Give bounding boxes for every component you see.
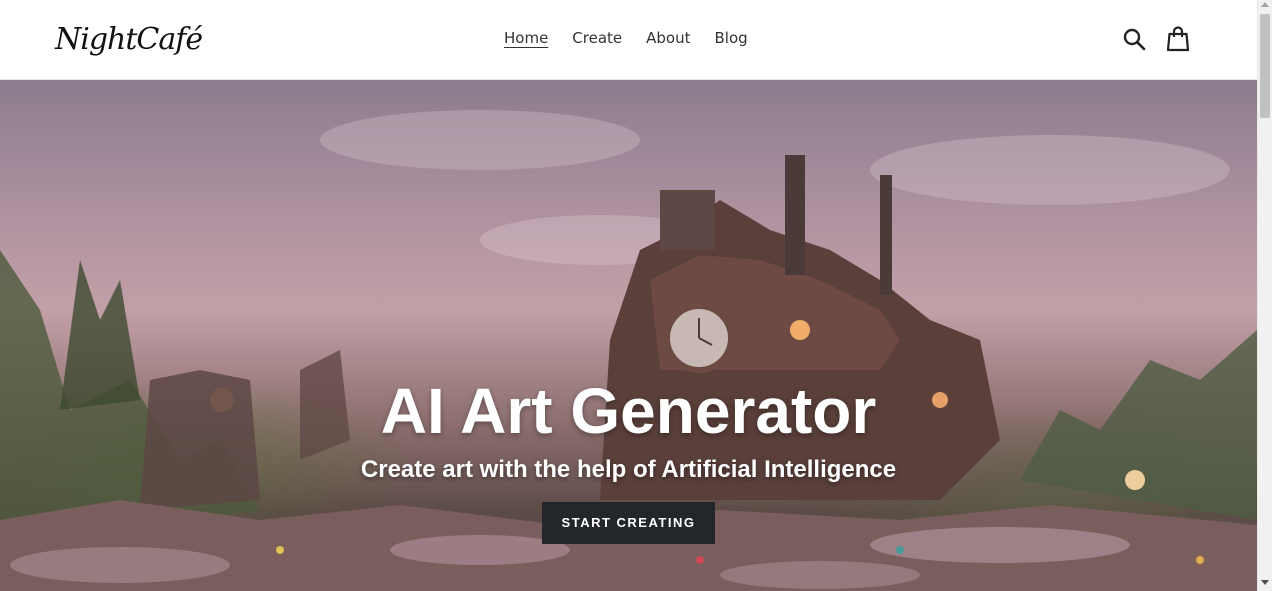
page: NightCafé Home Create About Blog AI Art … (0, 0, 1257, 591)
hero-subtitle: Create art with the help of Artificial I… (360, 456, 897, 483)
page-scrollbar[interactable] (1257, 0, 1272, 591)
cart-icon (1167, 26, 1189, 52)
main-nav: Home Create About Blog (504, 28, 748, 48)
search-icon (1123, 28, 1146, 51)
nav-link-about[interactable]: About (646, 28, 690, 48)
nav-link-create[interactable]: Create (572, 28, 622, 48)
hero-title: AI Art Generator (380, 375, 877, 447)
scroll-down-arrow-icon[interactable] (1261, 580, 1269, 585)
header-actions (1122, 26, 1190, 52)
start-creating-button[interactable]: START CREATING (541, 502, 716, 544)
site-logo[interactable]: NightCafé (55, 18, 203, 64)
hero-content: AI Art Generator Create art with the hel… (0, 375, 1257, 544)
scrollbar-thumb[interactable] (1260, 14, 1270, 118)
cart-button[interactable] (1166, 26, 1190, 52)
scroll-up-arrow-icon[interactable] (1261, 2, 1269, 7)
nav-link-home[interactable]: Home (504, 28, 548, 48)
nav-link-blog[interactable]: Blog (715, 28, 748, 48)
search-button[interactable] (1122, 26, 1146, 52)
site-header: NightCafé Home Create About Blog (0, 0, 1257, 80)
hero-banner: AI Art Generator Create art with the hel… (0, 80, 1257, 591)
